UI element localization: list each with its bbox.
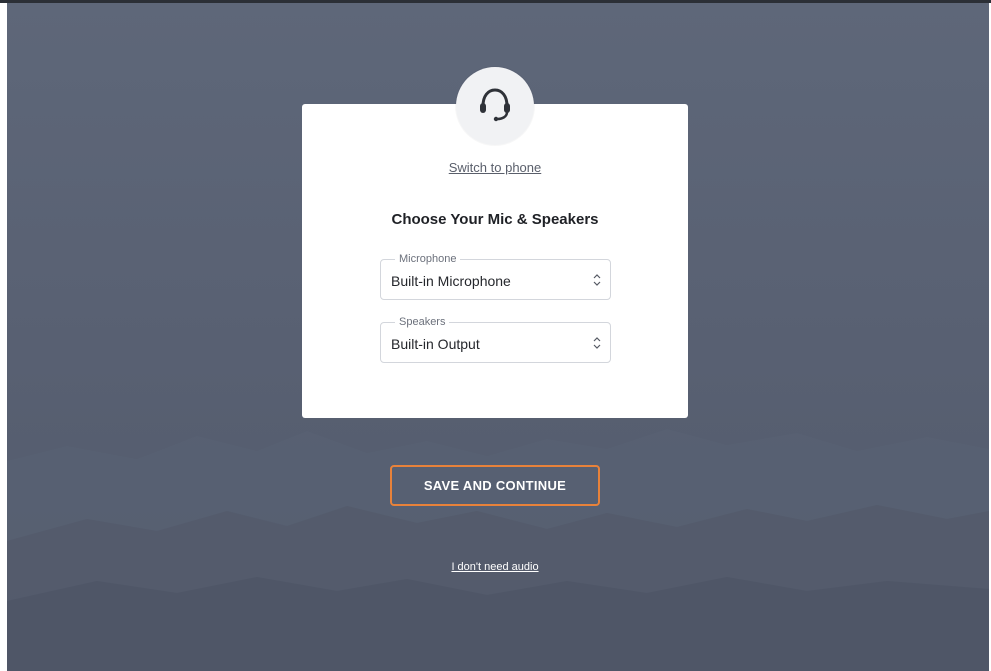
no-audio-link[interactable]: I don't need audio xyxy=(390,561,600,573)
speakers-value: Built-in Output xyxy=(391,336,480,352)
select-chevron-icon xyxy=(593,337,601,349)
microphone-select[interactable]: Microphone Built-in Microphone xyxy=(380,252,611,300)
speakers-select[interactable]: Speakers Built-in Output xyxy=(380,315,611,363)
headset-avatar xyxy=(456,67,534,145)
select-chevron-icon xyxy=(593,274,601,286)
speakers-label: Speakers xyxy=(395,315,450,329)
headset-icon xyxy=(475,84,515,129)
switch-to-phone-link[interactable]: Switch to phone xyxy=(302,160,688,175)
microphone-value: Built-in Microphone xyxy=(391,273,511,289)
save-and-continue-button[interactable]: SAVE AND CONTINUE xyxy=(390,465,600,506)
microphone-label: Microphone xyxy=(395,252,461,266)
card-title: Choose Your Mic & Speakers xyxy=(391,211,599,228)
